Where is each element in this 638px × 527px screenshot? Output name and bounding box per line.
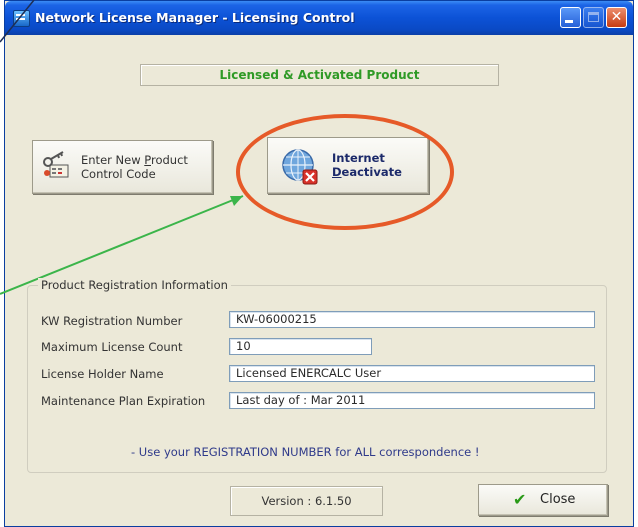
enter-code-label-line2: Control Code [81, 167, 156, 181]
checkmark-icon: ✔ [513, 490, 527, 509]
close-button-label: Close [540, 492, 576, 507]
title-bar[interactable]: Network License Manager - Licensing Cont… [5, 1, 633, 35]
registration-number-field[interactable]: KW-06000215 [229, 311, 595, 328]
enter-code-label-rest: roduct [151, 153, 188, 167]
maintenance-expiration-label: Maintenance Plan Expiration [41, 394, 206, 408]
status-banner: Licensed & Activated Product [140, 64, 499, 86]
minimize-icon [565, 20, 573, 23]
close-x-icon: ✕ [610, 9, 623, 25]
maximize-icon [588, 12, 599, 22]
max-license-count-label: Maximum License Count [41, 340, 183, 354]
close-button[interactable]: ✔ Close [478, 484, 608, 516]
app-window-icon [13, 10, 30, 27]
window-title: Network License Manager - Licensing Cont… [35, 10, 355, 25]
enter-code-accel: P [144, 153, 151, 167]
license-holder-label: License Holder Name [41, 367, 164, 381]
keys-icon [43, 151, 69, 178]
max-license-count-field[interactable]: 10 [229, 338, 372, 355]
close-window-button[interactable]: ✕ [606, 7, 627, 28]
version-label: Version : 6.1.50 [230, 486, 383, 516]
correspondence-note: - Use your REGISTRATION NUMBER for ALL c… [131, 445, 480, 459]
minimize-button[interactable] [560, 7, 581, 28]
maintenance-expiration-field[interactable]: Last day of : Mar 2011 [229, 392, 595, 409]
registration-number-label: KW Registration Number [41, 314, 183, 328]
highlight-circle [236, 114, 454, 230]
maximize-button [583, 7, 604, 28]
enter-code-label-start: Enter New [81, 153, 145, 167]
license-holder-field[interactable]: Licensed ENERCALC User [229, 365, 595, 382]
registration-legend: Product Registration Information [38, 278, 231, 292]
enter-control-code-button[interactable]: Enter New Product Control Code [32, 140, 213, 194]
